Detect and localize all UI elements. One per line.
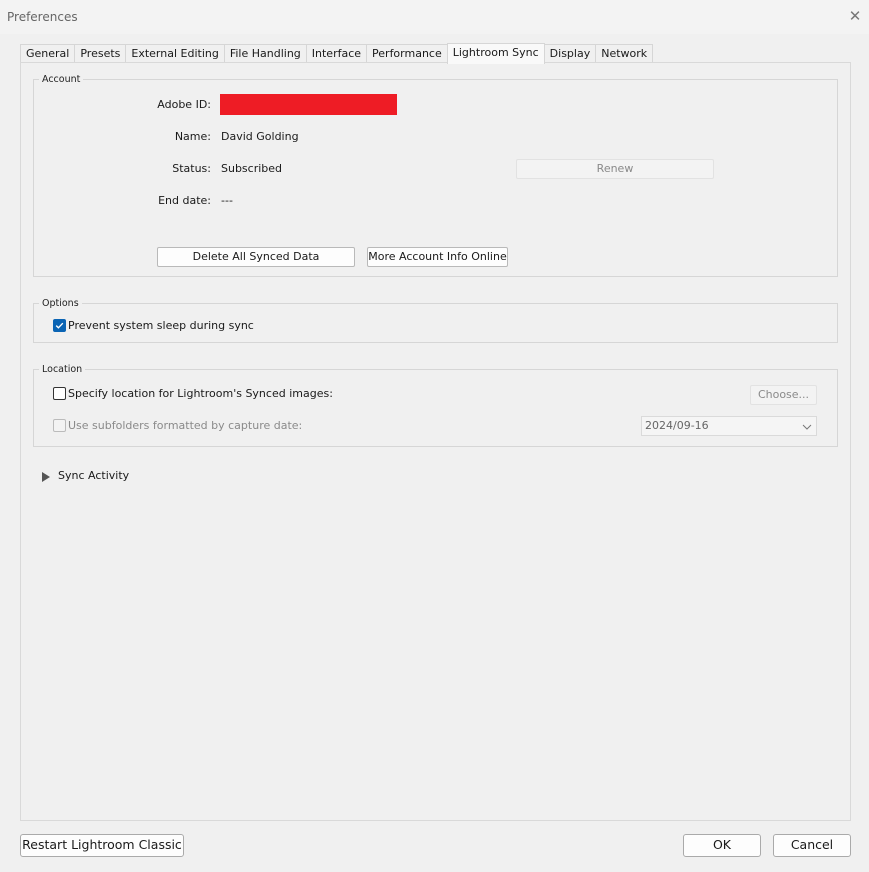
location-group-label: Location	[39, 364, 86, 375]
specify-location-label[interactable]: Specify location for Lightroom's Synced …	[68, 387, 333, 400]
specify-location-checkbox[interactable]	[53, 387, 66, 400]
options-group-label: Options	[39, 298, 82, 309]
tab-interface[interactable]: Interface	[305, 44, 368, 63]
end-date-value: ---	[221, 194, 233, 207]
tab-display[interactable]: Display	[543, 44, 597, 63]
status-label: Status:	[172, 162, 211, 175]
ok-button[interactable]: OK	[683, 834, 761, 857]
tab-lightroom-sync[interactable]: Lightroom Sync	[446, 43, 545, 64]
tab-general[interactable]: General	[20, 44, 76, 63]
subfolders-label[interactable]: Use subfolders formatted by capture date…	[68, 419, 302, 432]
prevent-sleep-label[interactable]: Prevent system sleep during sync	[68, 319, 254, 332]
prevent-sleep-checkbox[interactable]	[53, 319, 66, 332]
cancel-button[interactable]: Cancel	[773, 834, 851, 857]
end-date-label: End date:	[158, 194, 211, 207]
subfolders-checkbox[interactable]	[53, 419, 66, 432]
window-title: Preferences	[7, 10, 78, 24]
chevron-down-icon	[802, 424, 812, 430]
restart-lightroom-button[interactable]: Restart Lightroom Classic	[20, 834, 184, 857]
date-format-value: 2024/09-16	[645, 419, 709, 432]
name-value: David Golding	[221, 130, 299, 143]
renew-button[interactable]: Renew	[516, 159, 714, 179]
tab-external-editing[interactable]: External Editing	[125, 44, 225, 63]
sync-activity-label[interactable]: Sync Activity	[58, 469, 129, 482]
close-icon[interactable]: ✕	[846, 7, 864, 25]
delete-all-synced-data-button[interactable]: Delete All Synced Data	[157, 247, 355, 267]
expand-triangle-icon[interactable]	[41, 472, 51, 482]
tab-file-handling[interactable]: File Handling	[223, 44, 307, 63]
tab-network[interactable]: Network	[595, 44, 654, 63]
tab-bar: General Presets External Editing File Ha…	[20, 43, 654, 64]
tab-presets[interactable]: Presets	[74, 44, 127, 63]
title-bar	[0, 0, 869, 34]
account-group-label: Account	[39, 74, 84, 85]
more-account-info-button[interactable]: More Account Info Online	[367, 247, 508, 267]
adobe-id-redaction	[220, 94, 397, 115]
choose-button[interactable]: Choose...	[750, 385, 817, 405]
name-label: Name:	[174, 130, 211, 143]
date-format-select[interactable]: 2024/09-16	[641, 416, 817, 436]
adobe-id-label: Adobe ID:	[157, 98, 211, 111]
tab-performance[interactable]: Performance	[366, 44, 448, 63]
checkmark-icon	[55, 322, 64, 329]
status-value: Subscribed	[221, 162, 283, 175]
